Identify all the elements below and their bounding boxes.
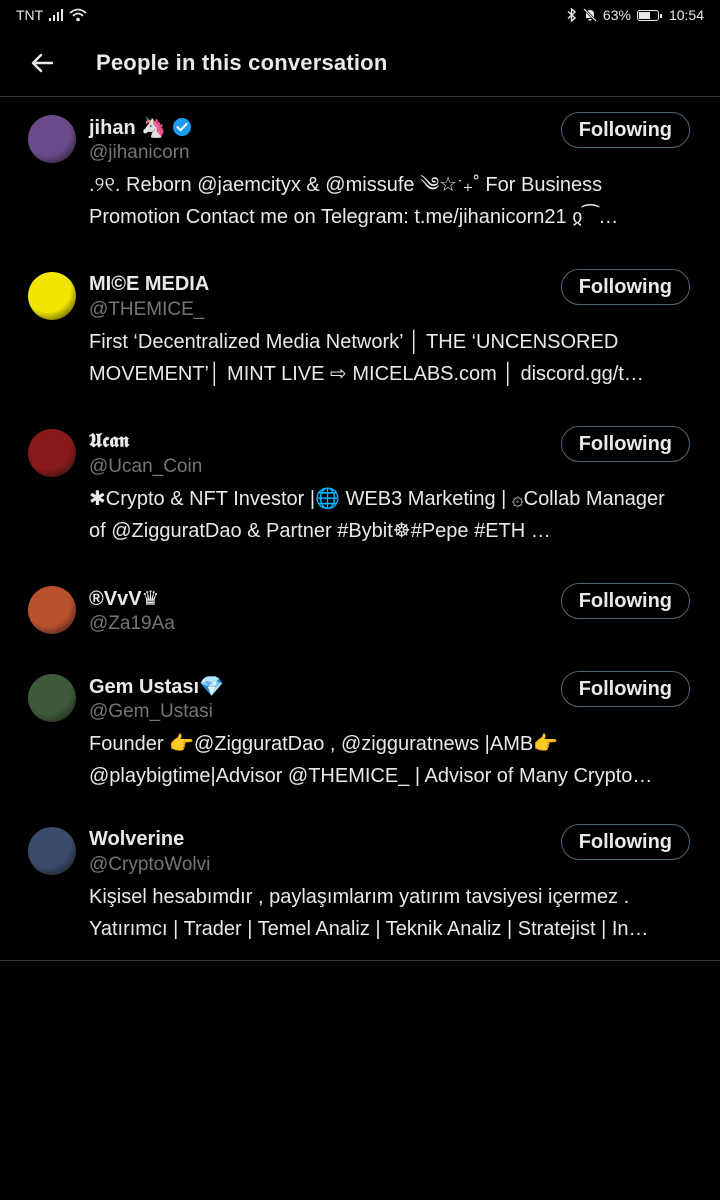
battery-icon [636, 9, 662, 21]
page-header: People in this conversation [0, 30, 720, 97]
verified-badge-icon [173, 118, 192, 136]
user-handle[interactable]: @Ucan_Coin [89, 455, 202, 481]
display-name[interactable]: jihan 🦄 [89, 115, 166, 140]
carrier-label: TNT [16, 7, 44, 23]
user-handle[interactable]: @jihanicorn [89, 141, 192, 167]
following-button[interactable]: Following [560, 824, 690, 860]
person-content: Gem Ustası💎 @Gem_Ustasi Following Founder 👉… [89, 671, 690, 809]
signal-icon [49, 9, 64, 21]
display-name[interactable]: Gem Ustası💎 [89, 674, 224, 699]
battery-percent: 63% [602, 7, 631, 23]
user-bio: First ‘Decentralized Media Network’ │ TH… [89, 331, 644, 385]
person-header: ®VvV♛ @Za19Aa Following [89, 583, 690, 638]
user-bio: ✱Crypto & NFT Investor |🌐 WEB3 Marketing… [89, 488, 665, 542]
user-handle[interactable]: @THEMICE_ [89, 298, 209, 324]
person-header: 𝖀𝖈𝖆𝖓 @Ucan_Coin Following [89, 426, 690, 481]
user-handle[interactable]: @Za19Aa [89, 612, 175, 638]
display-name-line: jihan 🦄 [89, 113, 192, 141]
person-names: Gem Ustası💎 @Gem_Ustasi [89, 672, 224, 726]
wifi-icon [69, 8, 87, 22]
arrow-left-icon [31, 53, 53, 73]
avatar[interactable] [28, 586, 76, 634]
display-name[interactable]: Wolverine [89, 828, 184, 851]
person-names: 𝖀𝖈𝖆𝖓 @Ucan_Coin [89, 427, 202, 481]
avatar[interactable] [28, 272, 76, 320]
person-row[interactable]: Wolverine @CryptoWolvi Following Kişisel he… [0, 809, 720, 948]
person-names: ®VvV♛ @Za19Aa [89, 584, 175, 638]
user-bio: .୨୧. Reborn @jaemcityx & @missufe ༄☆ˑ₊˚ … [89, 174, 619, 228]
person-names: MI©E MEDIA @THEMICE_ [89, 270, 209, 324]
user-handle[interactable]: @CryptoWolvi [89, 853, 210, 879]
back-button[interactable] [22, 43, 62, 83]
avatar[interactable] [28, 674, 76, 722]
display-name-line: Gem Ustası💎 [89, 672, 224, 700]
display-name[interactable]: ®VvV♛ [89, 586, 159, 611]
avatar[interactable] [28, 827, 76, 875]
person-content: MI©E MEDIA @THEMICE_ Following First ‘Decen… [89, 269, 690, 411]
display-name-line: 𝖀𝖈𝖆𝖓 [89, 427, 202, 455]
person-header: Wolverine @CryptoWolvi Following [89, 824, 690, 879]
following-button[interactable]: Following [560, 671, 690, 707]
status-right: 63% 10:54 [567, 7, 704, 23]
user-bio: Kişisel hesabımdır , paylaşımlarım yatır… [89, 886, 649, 940]
avatar[interactable] [28, 429, 76, 477]
status-left: TNT [16, 7, 87, 23]
bluetooth-icon [567, 8, 576, 22]
person-header: jihan 🦄 @jihanicorn Following [89, 112, 690, 167]
display-name-line: ®VvV♛ [89, 584, 175, 612]
person-row[interactable]: MI©E MEDIA @THEMICE_ Following First ‘Decen… [0, 254, 720, 411]
following-button[interactable]: Following [560, 426, 690, 462]
page-title: People in this conversation [96, 50, 388, 75]
person-names: Wolverine @CryptoWolvi [89, 825, 210, 879]
following-button[interactable]: Following [560, 583, 690, 619]
person-row[interactable]: 𝖀𝖈𝖆𝖓 @Ucan_Coin Following ✱Crypto & NFT Inv… [0, 411, 720, 568]
person-names: jihan 🦄 @jihanicorn [89, 113, 192, 167]
person-content: 𝖀𝖈𝖆𝖓 @Ucan_Coin Following ✱Crypto & NFT Inv… [89, 426, 690, 568]
person-header: MI©E MEDIA @THEMICE_ Following [89, 269, 690, 324]
user-handle[interactable]: @Gem_Ustasi [89, 700, 224, 726]
mute-bell-icon [583, 8, 597, 22]
display-name-line: Wolverine [89, 825, 210, 853]
person-content: jihan 🦄 @jihanicorn Following .୨୧. Reborn @… [89, 112, 690, 254]
clock: 10:54 [668, 7, 704, 23]
person-row[interactable]: Gem Ustası💎 @Gem_Ustasi Following Founder 👉… [0, 656, 720, 809]
display-name-line: MI©E MEDIA [89, 270, 209, 298]
person-content: ®VvV♛ @Za19Aa Following [89, 583, 690, 656]
following-button[interactable]: Following [560, 269, 690, 305]
person-header: Gem Ustası💎 @Gem_Ustasi Following [89, 671, 690, 726]
following-button[interactable]: Following [560, 112, 690, 148]
user-bio: Founder 👉@ZigguratDao , @zigguratnews |A… [89, 733, 653, 787]
display-name[interactable]: MI©E MEDIA [89, 273, 209, 296]
people-list: jihan 🦄 @jihanicorn Following .୨୧. Reborn @… [0, 97, 720, 961]
status-bar: TNT 63% 10:54 [0, 0, 720, 30]
person-row[interactable]: ®VvV♛ @Za19Aa Following [0, 568, 720, 656]
display-name[interactable]: 𝖀𝖈𝖆𝖓 [89, 430, 129, 453]
avatar[interactable] [28, 115, 76, 163]
person-row[interactable]: jihan 🦄 @jihanicorn Following .୨୧. Reborn @… [0, 97, 720, 254]
person-content: Wolverine @CryptoWolvi Following Kişisel he… [89, 824, 690, 948]
